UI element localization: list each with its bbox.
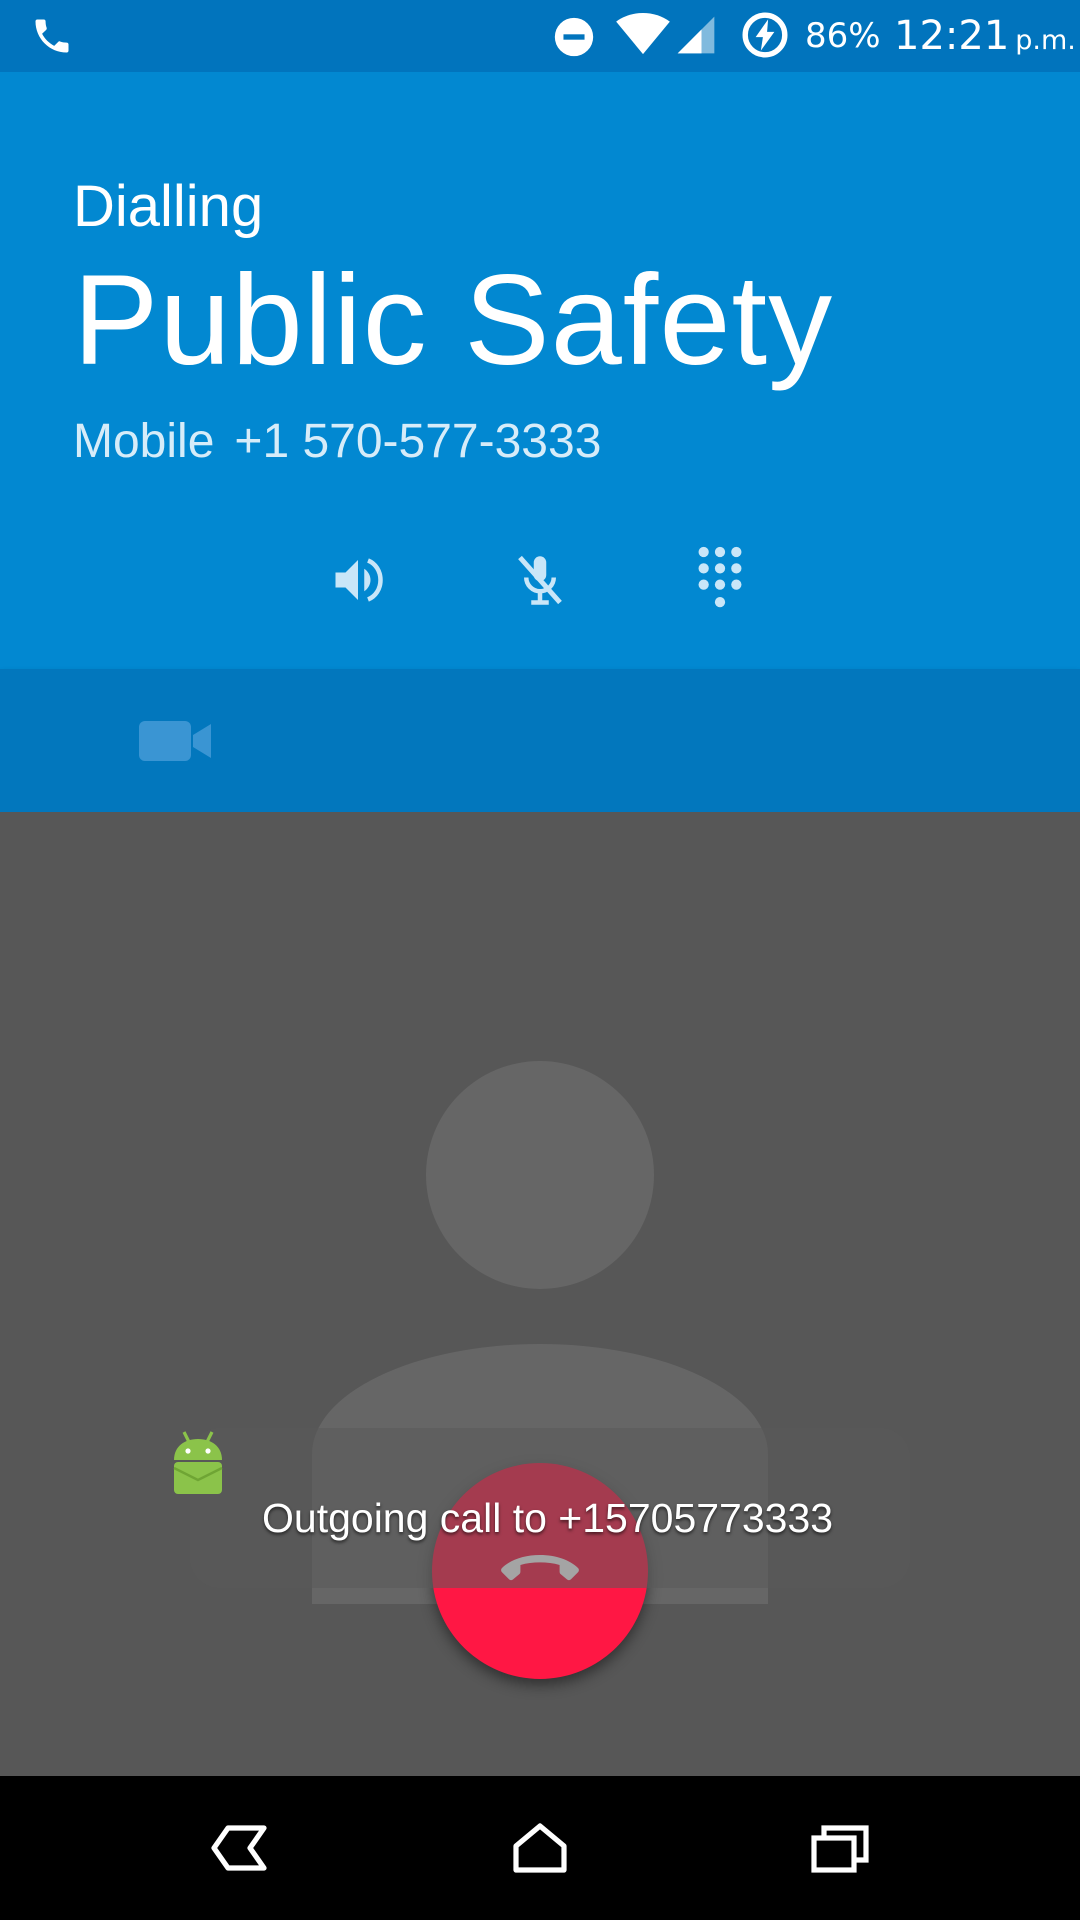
battery-percent: 86% [805, 16, 881, 56]
video-call-icon [139, 721, 211, 761]
contact-number-row: Mobile +1 570-577-3333 [73, 412, 601, 472]
home-button[interactable] [490, 1798, 590, 1898]
video-call-button[interactable] [128, 709, 224, 773]
avatar-head [426, 1061, 654, 1289]
speaker-icon [335, 558, 383, 602]
recents-icon [811, 1825, 869, 1873]
clock-suffix: p.m. [1015, 25, 1076, 56]
speaker-button[interactable] [308, 530, 408, 630]
contact-name: Public Safety [73, 249, 834, 392]
secondary-controls-bar [0, 669, 1080, 812]
phone-call-icon [35, 19, 69, 53]
call-header: Dialling Public Safety Mobile +1 570-577-… [0, 72, 1080, 669]
wifi-icon [616, 12, 670, 55]
battery-charging-icon [742, 12, 788, 58]
in-call-screen: 86% 12:21 p.m. Dialling Public Safety Mob… [0, 0, 1080, 1920]
clock-time: 12:21 [894, 13, 1010, 59]
cell-signal-icon [677, 16, 715, 54]
back-button[interactable] [190, 1798, 290, 1898]
android-icon [173, 1431, 223, 1494]
home-icon [513, 1823, 567, 1873]
navigation-bar [0, 1776, 1080, 1920]
recents-button[interactable] [790, 1798, 890, 1898]
mute-button[interactable] [490, 530, 590, 630]
back-icon [211, 1825, 267, 1871]
clock: 12:21 p.m. [894, 12, 1076, 65]
mute-icon [518, 555, 562, 605]
do-not-disturb-icon [554, 17, 594, 57]
dialpad-button[interactable] [670, 530, 770, 630]
call-state: Dialling [73, 174, 264, 239]
phone-number: +1 570-577-3333 [234, 415, 602, 468]
toast-message: Outgoing call to +15705773333 [262, 1495, 834, 1541]
dialpad-icon [698, 546, 742, 608]
status-bar: 86% 12:21 p.m. [0, 0, 1080, 72]
number-type-label: Mobile [73, 415, 215, 468]
